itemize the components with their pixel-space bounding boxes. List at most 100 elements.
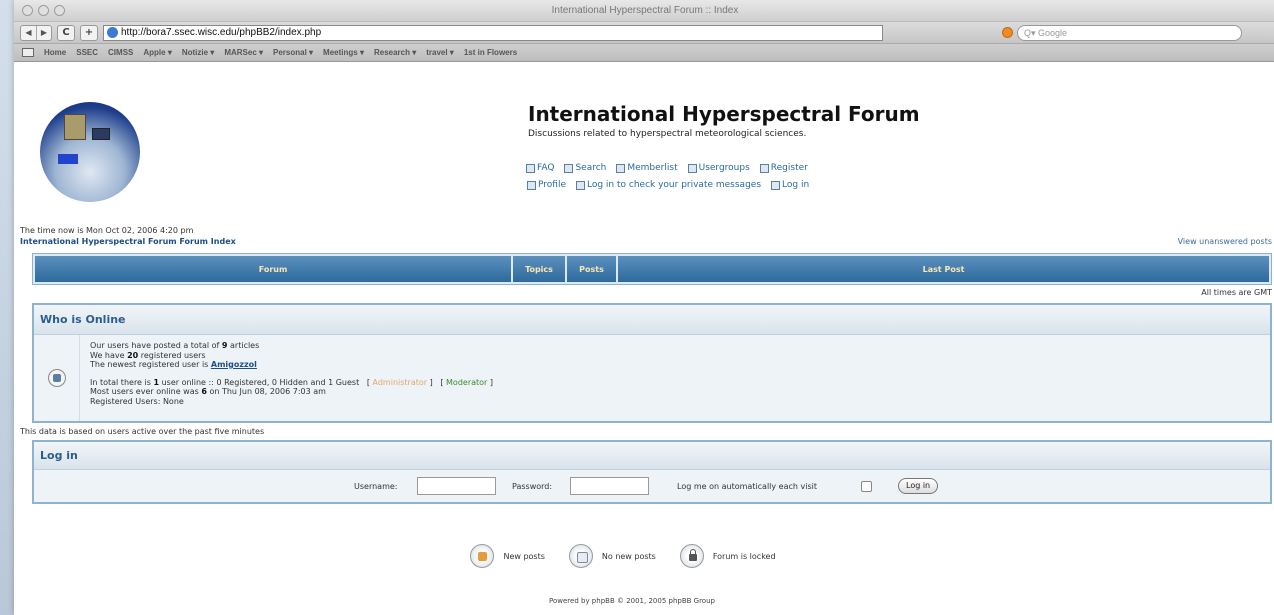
- new-posts-icon: [470, 544, 495, 568]
- who-is-online-icon-cell: [34, 335, 80, 421]
- legend-end: ]: [487, 377, 494, 387]
- users-online-line: In total there is 1 user online :: 0 Reg…: [90, 378, 493, 388]
- nav-link-icon: [564, 164, 574, 173]
- total-posts-pre: Our users have posted a total of: [90, 341, 222, 350]
- who-is-online-heading[interactable]: Who is Online: [34, 305, 1270, 335]
- bookmark-item[interactable]: travel ▾: [426, 48, 454, 57]
- forum-locked-label: Forum is locked: [712, 551, 776, 561]
- search-area: Q▾ Google: [1002, 24, 1242, 41]
- no-new-posts-icon: [568, 544, 593, 568]
- auto-login-checkbox[interactable]: [861, 481, 872, 492]
- column-topics: Topics: [513, 256, 567, 282]
- logo-thumb-satellite: [64, 114, 86, 140]
- bookmark-item[interactable]: CIMSS: [108, 48, 133, 57]
- total-posts-line: Our users have posted a total of 9 artic…: [90, 341, 493, 351]
- record-online-pre: Most users ever online was: [90, 387, 202, 396]
- users-online-icon: [47, 369, 66, 387]
- newest-user-line: The newest registered user is Amigozzol: [90, 360, 493, 370]
- users-online-pre: In total there is: [90, 377, 154, 387]
- column-forum: Forum: [35, 256, 513, 282]
- nav-row1-link-4[interactable]: Register: [759, 160, 808, 177]
- forum-icon-legend: New posts No new posts Forum is locked: [14, 544, 1274, 568]
- login-heading[interactable]: Log in: [34, 442, 1270, 470]
- bookmarks-bar: Home SSEC CIMSS Apple ▾ Notizie ▾ MARSec ▾ Per…: [14, 44, 1274, 62]
- nav-row2-link-1[interactable]: Log in to check your private messages: [575, 177, 761, 194]
- nav-row1-link-0[interactable]: FAQ: [526, 160, 554, 177]
- powered-by[interactable]: Powered by phpBB © 2001, 2005 phpBB Grou…: [14, 597, 1274, 605]
- bookmark-item[interactable]: Meetings ▾: [323, 48, 364, 57]
- username-label: Username:: [354, 482, 398, 491]
- back-icon[interactable]: ◀: [21, 26, 36, 40]
- forum-nav-row1: FAQ Search Memberlist Usergroups Register: [526, 160, 916, 177]
- nav-link-icon: [616, 164, 626, 173]
- nav-row2-link-2[interactable]: Log in: [771, 177, 809, 194]
- nav-link-icon: [759, 164, 769, 173]
- breadcrumb[interactable]: International Hyperspectral Forum Forum …: [20, 237, 236, 246]
- legend-new-posts: New posts: [470, 544, 545, 568]
- login-panel: Log in Username: Password: Log me on aut…: [32, 440, 1272, 504]
- browser-toolbar: ◀ ▶ C + http://bora7.ssec.wisc.edu/phpBB…: [14, 22, 1274, 44]
- bookmark-item[interactable]: Home: [44, 48, 66, 57]
- nav-link-icon: [687, 164, 697, 173]
- nav-row1-link-3[interactable]: Usergroups: [687, 160, 750, 177]
- bookmark-item[interactable]: Notizie ▾: [182, 48, 214, 57]
- column-posts: Posts: [567, 256, 618, 282]
- logo-thumb-screen: [58, 154, 78, 164]
- logo-thumb-envelope: [92, 128, 110, 140]
- registered-users-online-line: Registered Users: None: [90, 396, 184, 406]
- nav-link-label: Register: [770, 163, 808, 173]
- bookmark-item[interactable]: MARSec ▾: [224, 48, 263, 57]
- registered-users-post: registered users: [138, 350, 206, 360]
- who-is-online-stats: Our users have posted a total of 9 artic…: [80, 335, 493, 421]
- address-bar[interactable]: http://bora7.ssec.wisc.edu/phpBB2/index.…: [103, 24, 883, 41]
- password-field[interactable]: [570, 477, 649, 495]
- nav-row2-link-0[interactable]: Profile: [527, 177, 566, 194]
- view-unanswered-link[interactable]: View unanswered posts: [1178, 237, 1272, 246]
- forum-table-header: Forum Topics Posts Last Post: [32, 253, 1272, 285]
- browser-window: International Hyperspectral Forum :: Ind…: [14, 0, 1274, 615]
- site-title: International Hyperspectral Forum: [528, 102, 920, 126]
- snapback-icon[interactable]: [1002, 27, 1013, 38]
- auto-login-label: Log me on automatically each visit: [677, 482, 817, 491]
- forward-icon[interactable]: ▶: [36, 25, 51, 40]
- total-posts-post: articles: [227, 341, 260, 350]
- newest-user-link[interactable]: Amigozzol: [211, 360, 257, 369]
- nav-link-icon: [771, 181, 781, 190]
- forum-logo[interactable]: [40, 102, 140, 202]
- window-title: International Hyperspectral Forum :: Ind…: [551, 5, 739, 16]
- login-button[interactable]: Log in: [898, 478, 939, 494]
- record-online-line: Most users ever online was 6 on Thu Jun …: [90, 387, 493, 397]
- zoom-window-button[interactable]: [54, 5, 65, 16]
- users-online-post: user online :: 0 Registered, 0 Hidden an…: [159, 377, 373, 387]
- minimize-window-button[interactable]: [38, 5, 49, 16]
- bookmark-item[interactable]: Research ▾: [374, 48, 416, 57]
- nav-link-label: FAQ: [537, 163, 555, 173]
- nav-link-label: Profile: [538, 180, 566, 190]
- search-input[interactable]: Q▾ Google: [1017, 24, 1242, 41]
- bookmark-item[interactable]: Personal ▾: [273, 48, 313, 57]
- nav-row1-link-1[interactable]: Search: [564, 160, 606, 177]
- registered-users-line: We have 20 registered users: [90, 351, 493, 361]
- lock-icon: [679, 544, 704, 568]
- newest-user-pre: The newest registered user is: [90, 360, 211, 369]
- bookmark-item[interactable]: SSEC: [76, 48, 98, 57]
- administrator-legend: Administrator: [372, 377, 428, 387]
- nav-link-label: Memberlist: [627, 163, 678, 173]
- book-icon[interactable]: [22, 48, 34, 57]
- username-field[interactable]: [417, 477, 496, 495]
- nav-link-label: Log in: [782, 180, 810, 190]
- bookmark-item[interactable]: 1st in Flowers: [464, 48, 517, 57]
- site-description: Discussions related to hyperspectral met…: [528, 129, 807, 139]
- registered-users-pre: We have: [90, 350, 128, 360]
- no-new-posts-label: No new posts: [601, 551, 656, 561]
- add-bookmark-icon[interactable]: +: [80, 24, 98, 41]
- nav-row1-link-2[interactable]: Memberlist: [616, 160, 678, 177]
- moderator-legend: Moderator: [446, 377, 488, 387]
- nav-buttons: ◀ ▶: [20, 24, 52, 41]
- record-online-post: on Thu Jun 08, 2006 7:03 am: [206, 387, 326, 396]
- column-last-post: Last Post: [618, 256, 1269, 282]
- nav-link-label: Usergroups: [698, 163, 750, 173]
- bookmark-item[interactable]: Apple ▾: [143, 48, 171, 57]
- reload-icon[interactable]: C: [57, 24, 75, 41]
- close-window-button[interactable]: [22, 5, 33, 16]
